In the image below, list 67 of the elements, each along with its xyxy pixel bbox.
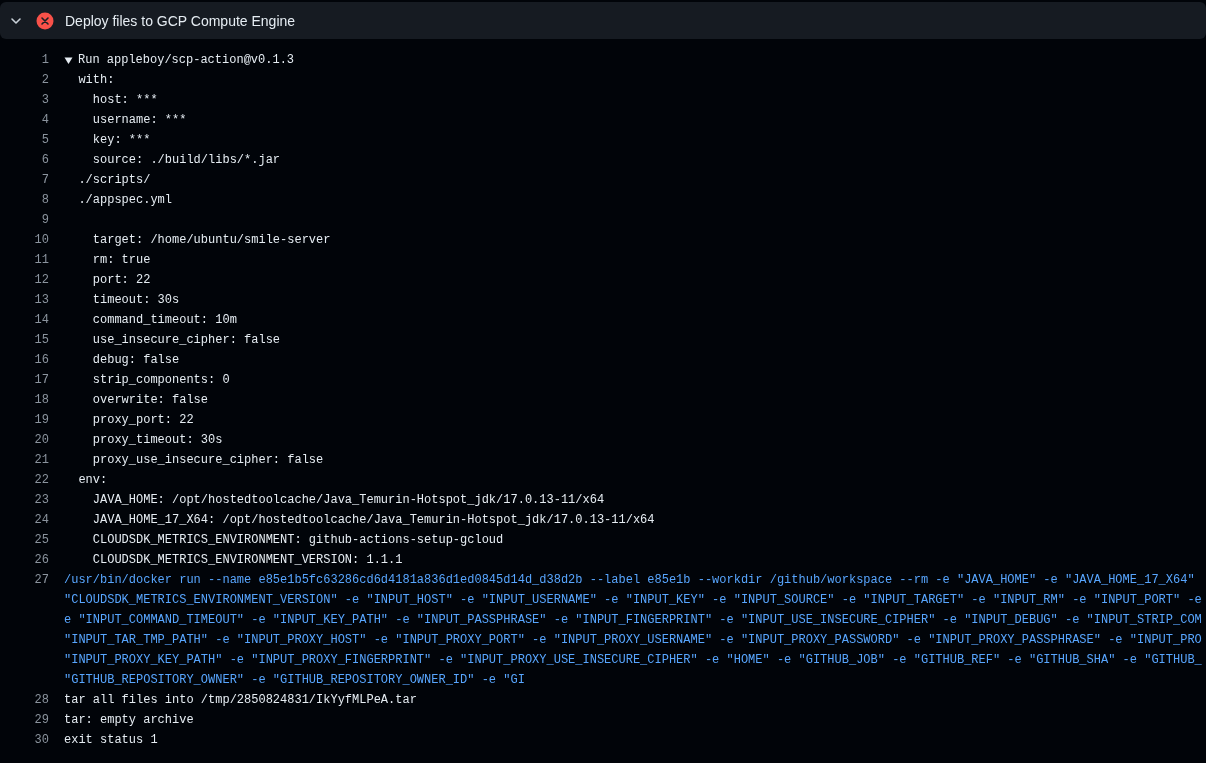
line-number: 30: [33, 732, 49, 749]
line-number: 17: [33, 372, 49, 389]
line-number: 21: [33, 452, 49, 469]
log-line-text: exit status 1: [64, 732, 158, 749]
line-number: 1: [40, 52, 49, 69]
log-line-text: proxy_port: 22: [91, 412, 194, 429]
line-number: 20: [33, 432, 49, 449]
command-text: "CLOUDSDK_METRICS_ENVIRONMENT_VERSION" -e "INPUT_HOST" -e "INPUT_USERNAME" -e "INPUT_KEY" -e "INPUT_SOURCE" -e "INPUT_TARGET" -e "INPUT_RM" -e "INPUT_PORT" -e: [64, 592, 1202, 609]
line-number: 19: [33, 412, 49, 429]
line-number: 24: [33, 512, 49, 529]
line-number: 2: [40, 72, 49, 89]
log-line-text: debug: false: [91, 352, 180, 369]
step-header[interactable]: Deploy files to GCP Compute Engine: [0, 2, 1206, 39]
log-line-text: overwrite: false: [91, 392, 209, 409]
line-number: 15: [33, 332, 49, 349]
log-line-text: Run appleboy/scp-action@v0.1.3: [78, 52, 295, 69]
command-text: "INPUT_PROXY_KEY_PATH" -e "INPUT_PROXY_FINGERPRINT" -e "INPUT_PROXY_USE_INSECURE_CIPHER" -e "HOME" -e "GITHUB_JOB" -e "GITHUB_REF" -e "GITHUB_SHA" -e "GITHUB_: [64, 652, 1202, 669]
log-line-text: CLOUDSDK_METRICS_ENVIRONMENT_VERSION: 1.1.1: [91, 552, 403, 569]
line-number: 26: [33, 552, 49, 569]
command-text: "GITHUB_REPOSITORY_OWNER" -e "GITHUB_REPOSITORY_OWNER_ID" -e "GI: [64, 672, 525, 689]
log-line-text: tar all files into /tmp/2850824831/IkYyfMLPeA.tar: [64, 692, 417, 709]
log-line-text: JAVA_HOME_17_X64: /opt/hostedtoolcache/Java_Temurin-Hotspot_jdk/17.0.13-11/x64: [91, 512, 655, 529]
log-line-text: ./scripts/: [77, 172, 151, 189]
log-line-text: command_timeout: 10m: [91, 312, 237, 329]
line-number: 4: [40, 112, 49, 129]
line-number: 28: [33, 692, 49, 709]
command-text: e "INPUT_COMMAND_TIMEOUT" -e "INPUT_KEY_PATH" -e "INPUT_PASSPHRASE" -e "INPUT_FINGERPRINT" -e "INPUT_USE_INSECURE_CIPHER" -e "INPUT_DEBUG" -e "INPUT_STRIP_COM: [64, 612, 1202, 629]
log-line-text: ./appspec.yml: [77, 192, 173, 209]
line-number: 8: [40, 192, 49, 209]
disclosure-triangle-icon[interactable]: [64, 55, 73, 65]
log-line-text: CLOUDSDK_METRICS_ENVIRONMENT: github-actions-setup-gcloud: [91, 532, 504, 549]
log-line-text: rm: true: [91, 252, 151, 269]
line-number: 9: [40, 212, 49, 229]
line-number: 3: [40, 92, 49, 109]
log-line-text: timeout: 30s: [91, 292, 180, 309]
log-line-text: port: 22: [91, 272, 151, 289]
log-line-text: tar: empty archive: [64, 712, 194, 729]
line-number: 18: [33, 392, 49, 409]
line-number: 25: [33, 532, 49, 549]
step-title: Deploy files to GCP Compute Engine: [65, 12, 296, 29]
line-number: 23: [33, 492, 49, 509]
line-number: 6: [40, 152, 49, 169]
command-text: /usr/bin/docker run --name e85e1b5fc63286cd6d4181a836d1ed0845d14d_d38d2b --label e85e1b --workdir /github/workspace --rm -e "JAVA_HOME" -e "JAVA_HOME_17_X64": [64, 572, 1195, 589]
line-number: 13: [33, 292, 49, 309]
line-number: 10: [33, 232, 49, 249]
log-line-text: use_insecure_cipher: false: [91, 332, 281, 349]
line-number: 11: [33, 252, 49, 269]
log-line-text: source: ./build/libs/*.jar: [91, 152, 281, 169]
line-number: 29: [33, 712, 49, 729]
log-line-text: strip_components: 0: [91, 372, 230, 389]
log-line-text: target: /home/ubuntu/smile-server: [91, 232, 331, 249]
command-text: "INPUT_TAR_TMP_PATH" -e "INPUT_PROXY_HOST" -e "INPUT_PROXY_PORT" -e "INPUT_PROXY_USERNAME" -e "INPUT_PROXY_PASSWORD" -e "INPUT_PROXY_PASSPHRASE" -e "INPUT_PRO: [64, 632, 1202, 649]
line-number: 7: [40, 172, 49, 189]
log-line-text: env:: [77, 472, 108, 489]
line-number: 5: [40, 132, 49, 149]
line-number: 27: [33, 572, 49, 589]
log-line-text: proxy_use_insecure_cipher: false: [91, 452, 324, 469]
log-line-text: with:: [77, 72, 115, 89]
line-number: 22: [33, 472, 49, 489]
line-number: 16: [33, 352, 49, 369]
log-line-text: host: ***: [91, 92, 158, 109]
log-line-text: proxy_timeout: 30s: [91, 432, 223, 449]
log-line-text: username: ***: [91, 112, 187, 129]
line-number: 14: [33, 312, 49, 329]
log-line-text: key: ***: [91, 132, 151, 149]
line-number: 12: [33, 272, 49, 289]
log-line-text: JAVA_HOME: /opt/hostedtoolcache/Java_Temurin-Hotspot_jdk/17.0.13-11/x64: [91, 492, 605, 509]
